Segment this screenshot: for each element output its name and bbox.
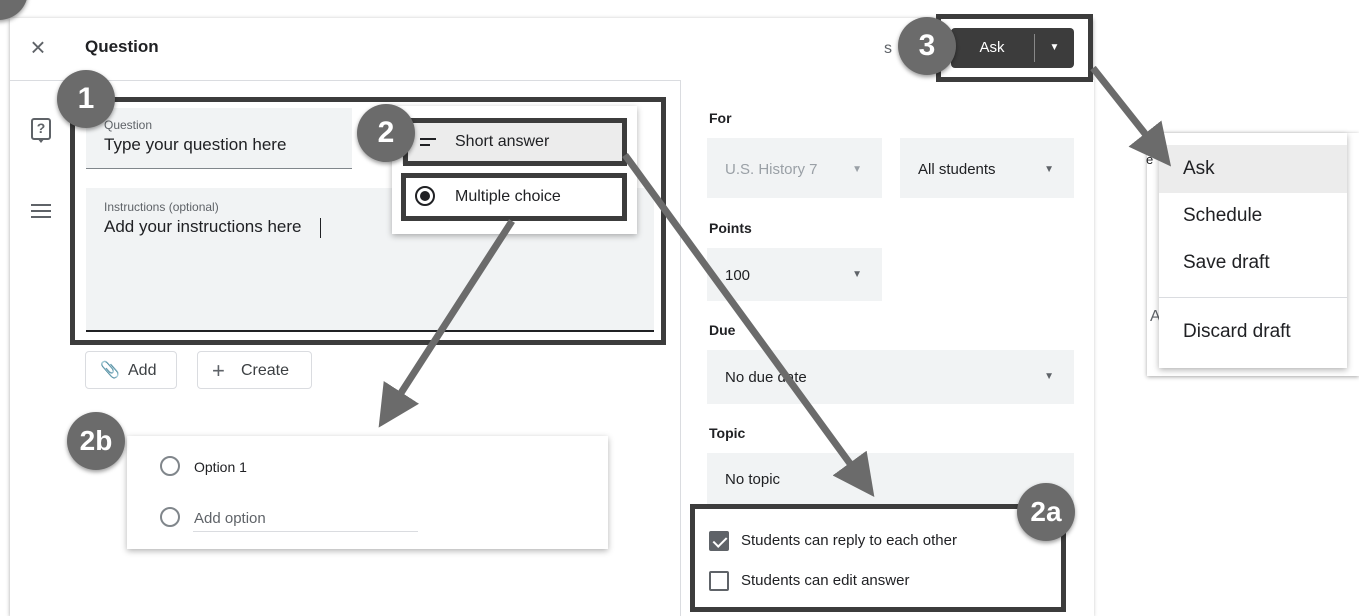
arrow-mc-to-options [378,219,515,428]
callout-badge-3: 3 [898,17,956,75]
arrow-ask-to-menu [1090,65,1172,167]
callout-badge-2a: 2a [1017,483,1075,541]
callout-badge-2b: 2b [67,412,125,470]
callout-badge-1: 1 [57,70,115,128]
callout-arrows [378,65,1172,497]
callout-badge-2: 2 [357,104,415,162]
arrow-short-to-checkboxes [622,152,875,497]
